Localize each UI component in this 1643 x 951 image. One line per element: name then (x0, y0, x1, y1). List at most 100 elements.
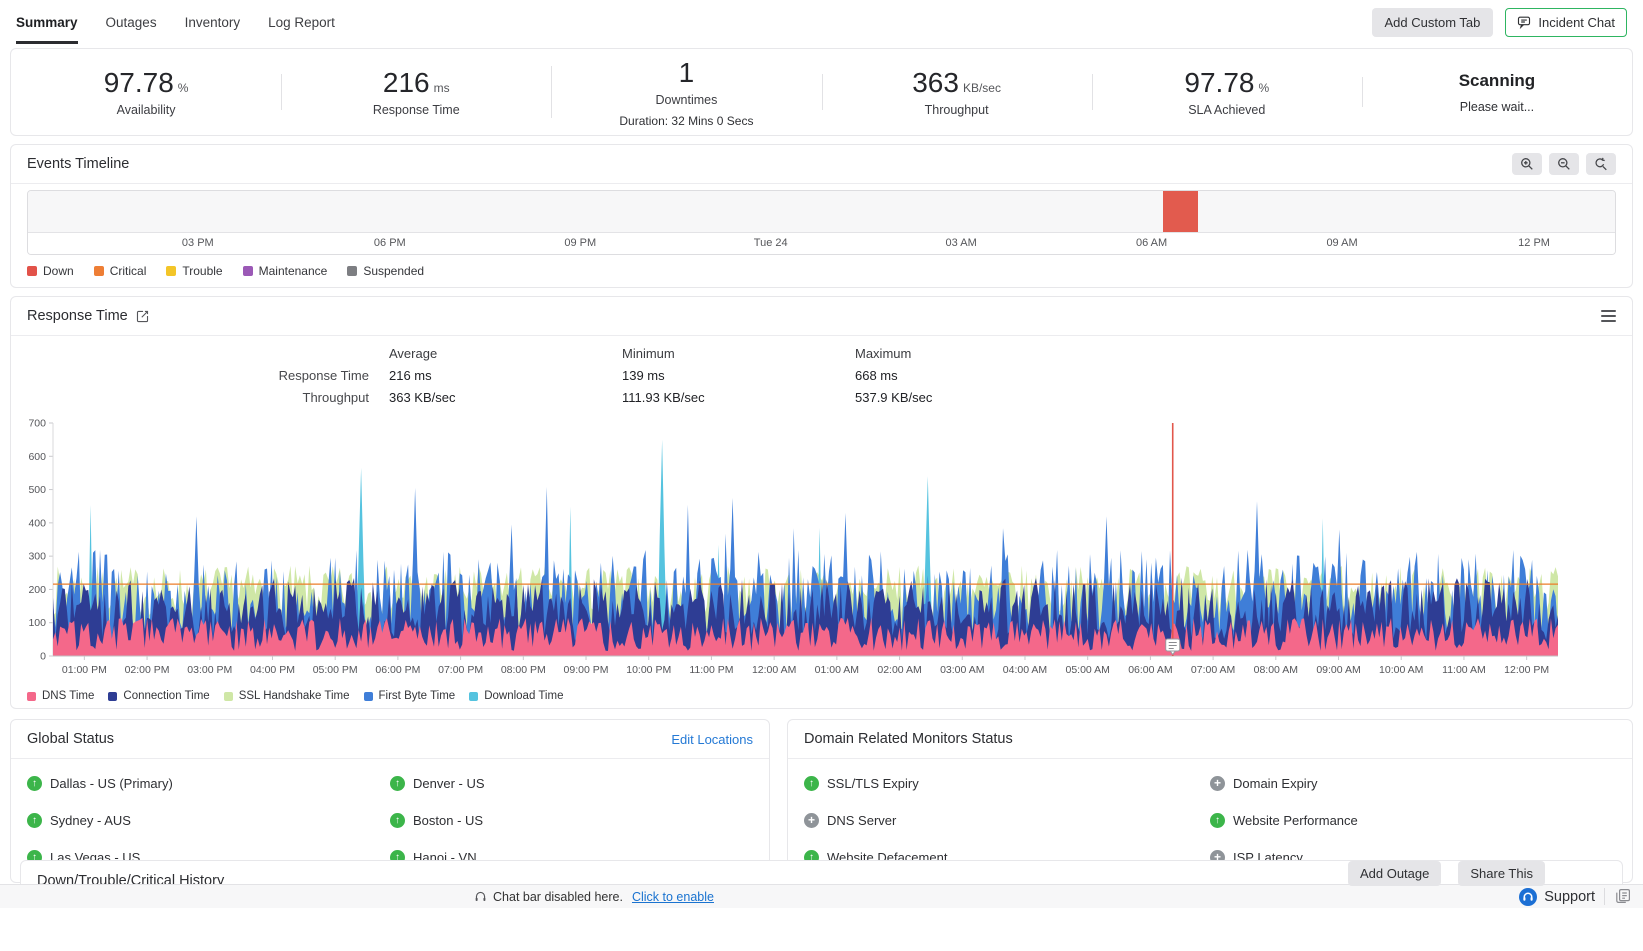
location-status-label: Denver - US (413, 776, 485, 791)
kpi-scanning: Scanning Please wait... (1362, 71, 1632, 114)
response-time-minimum: 139 ms (622, 368, 855, 383)
downtimes-value: 1 (679, 57, 695, 89)
timeline-tick-label: 09 PM (564, 237, 596, 249)
response-time-average: 216 ms (389, 368, 622, 383)
timeline-down-event-block[interactable] (1163, 191, 1198, 232)
domain-monitor-label: DNS Server (827, 813, 896, 828)
svg-text:300: 300 (28, 551, 46, 563)
kpi-summary-card: 97.78% Availability 216ms Response Time … (10, 48, 1633, 136)
location-status-item[interactable]: ↑Boston - US (390, 809, 753, 831)
location-status-item[interactable]: ↑Sydney - AUS (27, 809, 390, 831)
events-legend-item: Critical (94, 264, 147, 278)
response-time-label: Response Time (281, 103, 551, 117)
zoom-out-icon (1557, 157, 1571, 171)
tab-inventory[interactable]: Inventory (185, 0, 241, 44)
chat-enable-link[interactable]: Click to enable (632, 890, 714, 904)
stats-col-minimum: Minimum (622, 346, 855, 361)
legend-label: First Byte Time (379, 690, 456, 702)
response-time-maximum: 668 ms (855, 368, 1616, 383)
footer-bar: Chat bar disabled here. Click to enable … (0, 884, 1643, 908)
legend-swatch-icon (224, 692, 233, 701)
domain-monitor-label: Domain Expiry (1233, 776, 1318, 791)
chart-legend-item[interactable]: Download Time (469, 690, 563, 702)
legend-label: Connection Time (123, 690, 209, 702)
svg-text:01:00 AM: 01:00 AM (815, 664, 859, 676)
domain-monitor-label: Website Performance (1233, 813, 1358, 828)
status-up-icon: ↑ (390, 813, 405, 828)
timeline-tick-label: Tue 24 (754, 237, 788, 249)
location-status-item[interactable]: ↑Dallas - US (Primary) (27, 772, 390, 794)
timeline-zoom-reset-button[interactable] (1586, 153, 1616, 175)
events-legend-item: Suspended (347, 264, 424, 278)
svg-text:12:00 AM: 12:00 AM (752, 664, 796, 676)
svg-text:03:00 AM: 03:00 AM (940, 664, 984, 676)
domain-monitors-card: Domain Related Monitors Status ↑SSL/TLS … (787, 719, 1633, 883)
timeline-tick-label: 06 AM (1136, 237, 1167, 249)
response-time-chart-area: 010020030040050060070001:00 PM02:00 PM03… (27, 415, 1616, 688)
tab-log-report[interactable]: Log Report (268, 0, 335, 44)
domain-monitor-label: SSL/TLS Expiry (827, 776, 919, 791)
domain-monitor-item[interactable]: +Domain Expiry (1210, 772, 1616, 794)
timeline-tick-label: 06 PM (374, 237, 406, 249)
timeline-zoom-out-button[interactable] (1549, 153, 1579, 175)
chart-legend-item[interactable]: SSL Handshake Time (224, 690, 350, 702)
svg-text:05:00 AM: 05:00 AM (1066, 664, 1110, 676)
svg-text:400: 400 (28, 517, 46, 529)
svg-text:09:00 PM: 09:00 PM (564, 664, 609, 676)
add-monitor-icon: + (804, 813, 819, 828)
legend-label: SSL Handshake Time (239, 690, 350, 702)
legend-swatch-icon (469, 692, 478, 701)
svg-text:0: 0 (40, 651, 46, 663)
stats-col-maximum: Maximum (855, 346, 1616, 361)
throughput-minimum: 111.93 KB/sec (622, 390, 855, 405)
chart-legend-item[interactable]: Connection Time (108, 690, 209, 702)
card-menu-icon[interactable] (1601, 310, 1616, 322)
add-custom-tab-button[interactable]: Add Custom Tab (1372, 8, 1494, 37)
tab-summary[interactable]: Summary (16, 0, 78, 44)
response-time-chart-legend: DNS Time Connection Time SSL Handshake Tim… (27, 690, 1616, 702)
svg-text:600: 600 (28, 451, 46, 463)
timeline-tick-label: 12 PM (1518, 237, 1550, 249)
chart-legend-item[interactable]: DNS Time (27, 690, 94, 702)
legend-swatch-icon (27, 692, 36, 701)
tab-bar: Summary Outages Inventory Log Report (16, 0, 335, 44)
legend-label: DNS Time (42, 690, 94, 702)
events-legend: DownCriticalTroubleMaintenanceSuspended (27, 264, 1616, 278)
svg-text:200: 200 (28, 584, 46, 596)
location-status-label: Dallas - US (Primary) (50, 776, 173, 791)
compare-chart-icon[interactable] (136, 310, 149, 323)
response-time-card: Response Time Average Minimum Maximum Re… (10, 296, 1633, 709)
throughput-maximum: 537.9 KB/sec (855, 390, 1616, 405)
domain-monitor-item[interactable]: ↑Website Performance (1210, 809, 1616, 831)
events-legend-item: Maintenance (243, 264, 328, 278)
zoom-in-icon (1520, 157, 1534, 171)
sla-label: SLA Achieved (1092, 103, 1362, 117)
global-status-card: Global Status Edit Locations ↑Dallas - U… (10, 719, 770, 883)
add-outage-button[interactable]: Add Outage (1348, 861, 1441, 886)
response-time-stats-table: Average Minimum Maximum Response Time 21… (27, 346, 1616, 405)
events-timeline-widget[interactable]: 03 PM06 PM09 PMTue 2403 AM06 AM09 AM12 P… (27, 190, 1616, 255)
domain-monitor-item[interactable]: ↑SSL/TLS Expiry (804, 772, 1210, 794)
timeline-zoom-in-button[interactable] (1512, 153, 1542, 175)
share-this-button[interactable]: Share This (1458, 861, 1545, 886)
events-timeline-axis: 03 PM06 PM09 PMTue 2403 AM06 AM09 AM12 P… (28, 233, 1615, 254)
svg-text:05:00 PM: 05:00 PM (313, 664, 358, 676)
svg-text:500: 500 (28, 484, 46, 496)
svg-text:100: 100 (28, 617, 46, 629)
incident-chat-button[interactable]: Incident Chat (1505, 8, 1627, 37)
svg-text:02:00 PM: 02:00 PM (125, 664, 170, 676)
edit-locations-link[interactable]: Edit Locations (671, 732, 753, 747)
availability-value: 97.78 (104, 67, 174, 99)
legend-swatch-icon (364, 692, 373, 701)
stats-row-response-time-label: Response Time (27, 368, 389, 383)
chart-legend-item[interactable]: First Byte Time (364, 690, 456, 702)
support-button[interactable]: Support (1519, 885, 1595, 908)
response-time-value: 216 (383, 67, 430, 99)
feedback-icon[interactable] (1615, 888, 1631, 907)
downtimes-label: Downtimes (551, 93, 821, 107)
tab-outages[interactable]: Outages (106, 0, 157, 44)
throughput-label: Throughput (822, 103, 1092, 117)
domain-monitor-item[interactable]: + DNS Server (804, 809, 1210, 831)
svg-text:08:00 AM: 08:00 AM (1254, 664, 1298, 676)
location-status-item[interactable]: ↑Denver - US (390, 772, 753, 794)
